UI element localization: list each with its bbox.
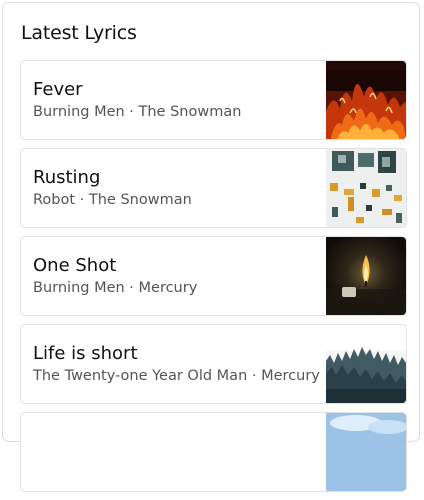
lyric-artist-album: Robot · The Snowman xyxy=(33,192,192,208)
forest-image xyxy=(326,325,406,403)
lyric-card-rusting[interactable]: Rusting Robot · The Snowman xyxy=(20,148,407,228)
lyric-artist-album: Burning Men · Mercury xyxy=(33,280,198,296)
lyric-card-life-is-short[interactable]: Life is short The Twenty-one Year Old Ma… xyxy=(20,324,407,404)
robot-parts-image xyxy=(326,149,406,227)
lyric-card-partial[interactable] xyxy=(20,412,407,492)
lyric-card-text: Life is short The Twenty-one Year Old Ma… xyxy=(33,343,323,385)
lyric-artist-album: Burning Men · The Snowman xyxy=(33,104,242,120)
fire-photo-icon[interactable] xyxy=(326,61,406,139)
lyric-card-fever[interactable]: Fever Burning Men · The Snowman xyxy=(20,60,407,140)
forest-photo-icon[interactable] xyxy=(326,325,406,403)
lyric-card-text xyxy=(33,431,323,433)
robot-parts-photo-icon[interactable] xyxy=(326,149,406,227)
sky-image xyxy=(326,413,406,491)
lyric-title[interactable]: One Shot xyxy=(33,255,323,277)
lyric-card-one-shot[interactable]: One Shot Burning Men · Mercury xyxy=(20,236,407,316)
latest-lyrics-panel: Latest Lyrics Fever Burning Men · The Sn… xyxy=(2,2,420,492)
fire-image xyxy=(326,61,406,139)
candle-image xyxy=(326,237,406,315)
lyric-title[interactable]: Fever xyxy=(33,79,323,101)
sky-photo-icon[interactable] xyxy=(326,413,406,491)
lyric-artist-album: The Twenty-one Year Old Man · Mercury xyxy=(33,368,320,384)
lyrics-list: Fever Burning Men · The Snowman Rusting xyxy=(20,60,407,500)
lyric-card-text: Rusting Robot · The Snowman xyxy=(33,167,323,209)
lyric-card-text: One Shot Burning Men · Mercury xyxy=(33,255,323,297)
panel-title: Latest Lyrics xyxy=(21,22,137,44)
lyric-title[interactable]: Rusting xyxy=(33,167,323,189)
candle-photo-icon[interactable] xyxy=(326,237,406,315)
lyric-card-text: Fever Burning Men · The Snowman xyxy=(33,79,323,121)
lyric-title[interactable]: Life is short xyxy=(33,343,323,365)
